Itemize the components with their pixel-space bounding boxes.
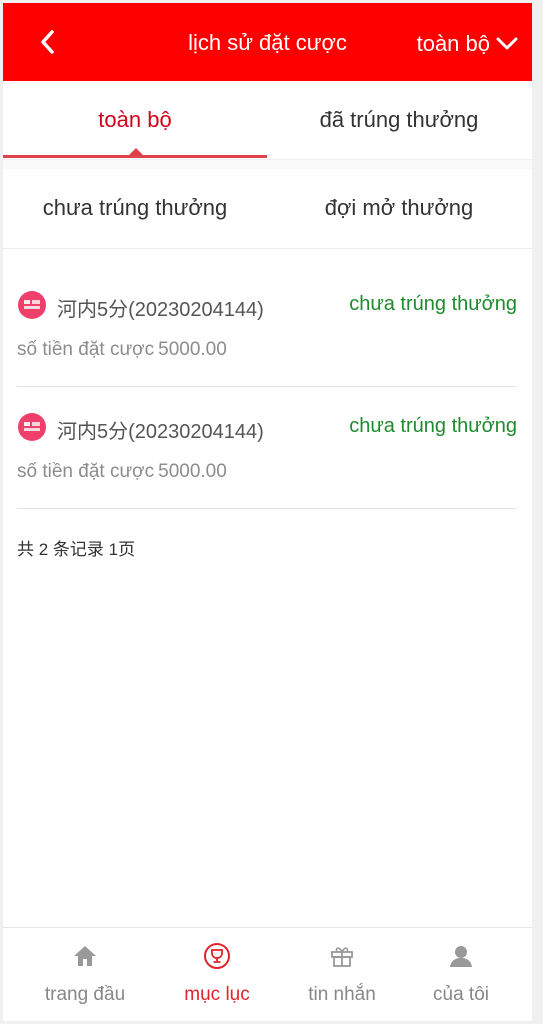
record-amount: số tiền đặt cược 5000.00	[17, 339, 227, 360]
nav-home-label: trang đầu	[44, 984, 126, 1005]
nav-profile[interactable]: của tôi	[395, 928, 527, 1021]
header-bar: lịch sử đặt cược toàn bộ	[3, 3, 532, 81]
tab-won-label: đã trúng thưởng	[319, 107, 479, 132]
filter-label: toàn bộ	[416, 31, 490, 56]
tab-not-won-label: chưa trúng thưởng	[42, 195, 228, 220]
chevron-down-icon	[496, 37, 518, 50]
record-status: chưa trúng thưởng	[349, 293, 517, 315]
list-item[interactable]: 河内5分(20230204144) chưa trúng thưởng số t…	[17, 265, 517, 387]
trophy-icon	[203, 942, 231, 970]
list-item[interactable]: 河内5分(20230204144) chưa trúng thưởng số t…	[17, 387, 517, 509]
lottery-icon	[18, 413, 46, 441]
nav-messages[interactable]: tin nhắn	[276, 928, 408, 1021]
status-tabs: toàn bộ đã trúng thưởng chưa trúng thưởn…	[3, 81, 532, 249]
bet-record-list: 河内5分(20230204144) chưa trúng thưởng số t…	[17, 265, 517, 509]
chevron-left-icon	[41, 30, 54, 54]
app-frame: lịch sử đặt cược toàn bộ toàn bộ đã trún…	[3, 3, 532, 1021]
record-amount: số tiền đặt cược 5000.00	[17, 461, 227, 482]
tab-won[interactable]: đã trúng thưởng	[267, 81, 531, 159]
lottery-icon	[18, 291, 46, 319]
nav-profile-label: của tôi	[433, 984, 489, 1005]
bottom-nav: trang đầu mục lục tin nhắn của tôi	[3, 927, 532, 1021]
user-icon	[447, 942, 475, 970]
nav-messages-label: tin nhắn	[308, 984, 376, 1005]
record-game-name: 河内5分(20230204144)	[57, 299, 264, 321]
back-button[interactable]	[31, 25, 63, 59]
tab-row-divider	[3, 159, 532, 169]
tab-pending-label: đợi mở thưởng	[324, 195, 474, 220]
nav-catalog[interactable]: mục lục	[151, 928, 283, 1021]
record-status: chưa trúng thưởng	[349, 415, 517, 437]
record-summary: 共 2 条记录 1页	[17, 540, 136, 559]
nav-catalog-label: mục lục	[184, 984, 250, 1005]
record-game-name: 河内5分(20230204144)	[57, 421, 264, 443]
filter-dropdown[interactable]: toàn bộ	[417, 25, 518, 63]
nav-home[interactable]: trang đầu	[19, 928, 151, 1021]
home-icon	[71, 942, 99, 970]
tab-all-label: toàn bộ	[98, 107, 172, 132]
tab-caret	[128, 148, 144, 156]
tab-pending[interactable]: đợi mở thưởng	[267, 169, 531, 247]
gift-icon	[328, 942, 356, 970]
tab-not-won[interactable]: chưa trúng thưởng	[3, 169, 267, 247]
